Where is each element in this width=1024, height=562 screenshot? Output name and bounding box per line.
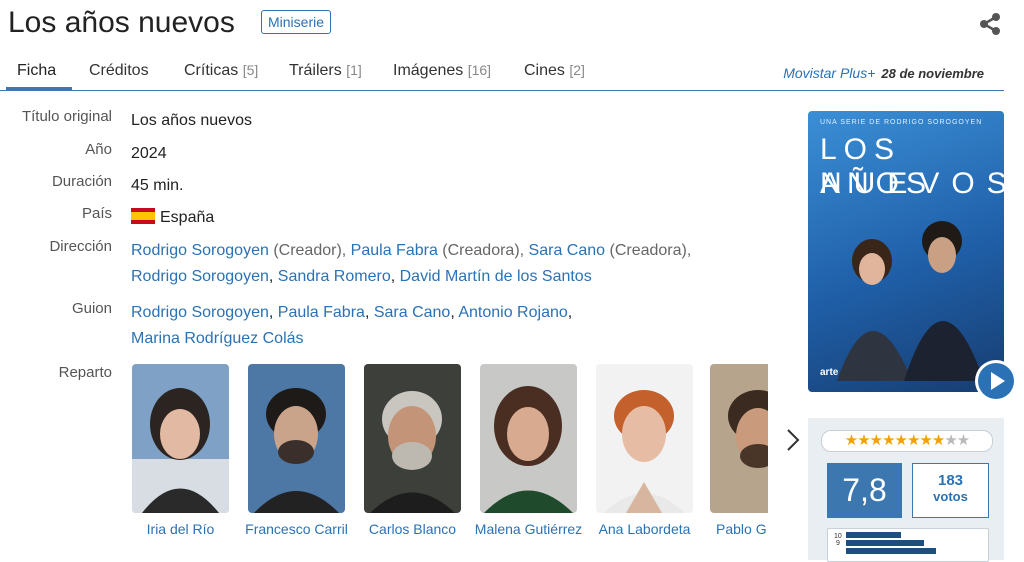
person-link[interactable]: Sara Cano: [529, 242, 606, 259]
role-text: (Creador),: [268, 242, 351, 259]
votes-count: 183: [937, 472, 964, 489]
tab-imagenes[interactable]: Imágenes [16]: [393, 62, 491, 80]
cast-photo[interactable]: [596, 364, 693, 513]
country-name: España: [160, 209, 215, 226]
hist-label-9: 9: [836, 540, 840, 547]
person-link[interactable]: Sandra Romero: [278, 268, 391, 285]
tab-cines[interactable]: Cines [2]: [524, 62, 585, 80]
play-button[interactable]: [975, 360, 1017, 402]
play-icon: [978, 363, 1014, 399]
cast-name[interactable]: Ana Labordeta: [586, 520, 703, 538]
cast-photo[interactable]: [132, 364, 229, 513]
poster-illustration: [837, 221, 984, 381]
cast-name[interactable]: Iria del Río: [122, 520, 239, 538]
network-link[interactable]: Movistar Plus+: [783, 65, 875, 81]
tab-bar: Ficha Créditos Críticas [5] Tráilers [1]…: [0, 58, 1004, 91]
tab-count: [5]: [242, 62, 259, 78]
separator: ,: [268, 268, 278, 285]
active-tab-indicator: [6, 87, 72, 90]
cast-photo[interactable]: [364, 364, 461, 513]
votes-label: votos: [933, 489, 968, 504]
cast-name[interactable]: Carlos Blanco: [354, 520, 471, 538]
rating-histogram[interactable]: 10 9: [827, 528, 989, 562]
chevron-right-icon[interactable]: [786, 428, 800, 458]
tab-trailers[interactable]: Tráilers [1]: [289, 62, 362, 80]
detail-label: Duración: [51, 173, 112, 190]
detail-label: Dirección: [49, 238, 112, 255]
tab-label: Tráilers: [289, 62, 342, 79]
cast-photo[interactable]: [248, 364, 345, 513]
poster-tagline: UNA SERIE DE RODRIGO SOROGOYEN: [820, 119, 983, 126]
detail-label: Guion: [71, 300, 112, 317]
average-score: 7,8: [827, 463, 902, 518]
detail-label: Año: [85, 141, 112, 158]
poster-title-line2: NUEVOS: [820, 167, 1004, 200]
rating-panel: ★★★★★★★★★★ 7,8 183 votos 10 9: [808, 418, 1004, 562]
separator: ,: [390, 268, 400, 285]
cast-name[interactable]: Francesco Carril: [238, 520, 355, 538]
spain-flag-icon: [131, 208, 155, 224]
tab-label: Críticas: [184, 62, 239, 79]
tab-count: [16]: [467, 62, 492, 78]
stars-empty: ★★: [944, 432, 970, 449]
role-text: (Creadora),: [605, 242, 692, 259]
separator: ,: [268, 304, 278, 321]
votes-box[interactable]: 183 votos: [912, 463, 989, 518]
cast-name[interactable]: Malena Gutiérrez: [470, 520, 587, 538]
release-info: Movistar Plus+ 28 de noviembre: [783, 65, 984, 81]
detail-value: 2024: [131, 145, 167, 162]
detail-value: Rodrigo Sorogoyen (Creador), Paula Fabra…: [131, 238, 691, 290]
detail-value: Los años nuevos: [131, 112, 252, 129]
tab-count: [1]: [346, 62, 362, 78]
tab-criticas[interactable]: Críticas [5]: [184, 62, 258, 80]
detail-label: País: [81, 205, 112, 222]
person-link[interactable]: Paula Fabra: [278, 304, 365, 321]
type-badge[interactable]: Miniserie: [261, 10, 332, 34]
tab-count: [2]: [569, 62, 585, 78]
tab-label: Créditos: [89, 62, 149, 79]
detail-label: Título original: [21, 108, 112, 125]
person-link[interactable]: David Martín de los Santos: [400, 268, 592, 285]
tab-label: Cines: [524, 62, 565, 79]
person-link[interactable]: Rodrigo Sorogoyen: [131, 268, 269, 285]
person-link[interactable]: Rodrigo Sorogoyen: [131, 304, 269, 321]
person-link[interactable]: Paula Fabra: [351, 242, 438, 259]
person-link[interactable]: Sara Cano: [374, 304, 451, 321]
release-date: 28 de noviembre: [881, 66, 984, 81]
hist-label-10: 10: [834, 533, 842, 540]
tab-creditos[interactable]: Créditos: [89, 62, 149, 80]
star-rating[interactable]: ★★★★★★★★★★: [821, 430, 993, 452]
cast-photo[interactable]: [480, 364, 577, 513]
poster-brand: arte: [820, 367, 839, 378]
tab-label: Imágenes: [393, 62, 464, 79]
detail-label: Reparto: [58, 364, 112, 381]
person-link[interactable]: Antonio Rojano: [458, 304, 567, 321]
person-link[interactable]: Rodrigo Sorogoyen: [131, 242, 269, 259]
cast-card-partial[interactable]: Pablo G: [710, 364, 768, 560]
separator: ,: [567, 304, 573, 321]
detail-value: 45 min.: [131, 177, 184, 194]
tab-ficha[interactable]: Ficha: [17, 62, 56, 80]
page-title: Los años nuevos: [8, 6, 235, 39]
tab-label: Ficha: [17, 62, 57, 79]
cast-name[interactable]: Pablo G: [710, 520, 768, 538]
separator: ,: [364, 304, 374, 321]
cast-photo[interactable]: [710, 364, 768, 513]
share-icon[interactable]: [978, 12, 1002, 36]
stars-filled: ★★★★★★★★: [844, 432, 946, 449]
role-text: (Creadora),: [437, 242, 529, 259]
detail-value: España: [131, 205, 214, 231]
poster[interactable]: UNA SERIE DE RODRIGO SOROGOYEN LOS AÑOS …: [808, 111, 1004, 392]
detail-value: Rodrigo Sorogoyen, Paula Fabra, Sara Can…: [131, 300, 572, 352]
person-link[interactable]: Marina Rodríguez Colás: [131, 330, 304, 347]
